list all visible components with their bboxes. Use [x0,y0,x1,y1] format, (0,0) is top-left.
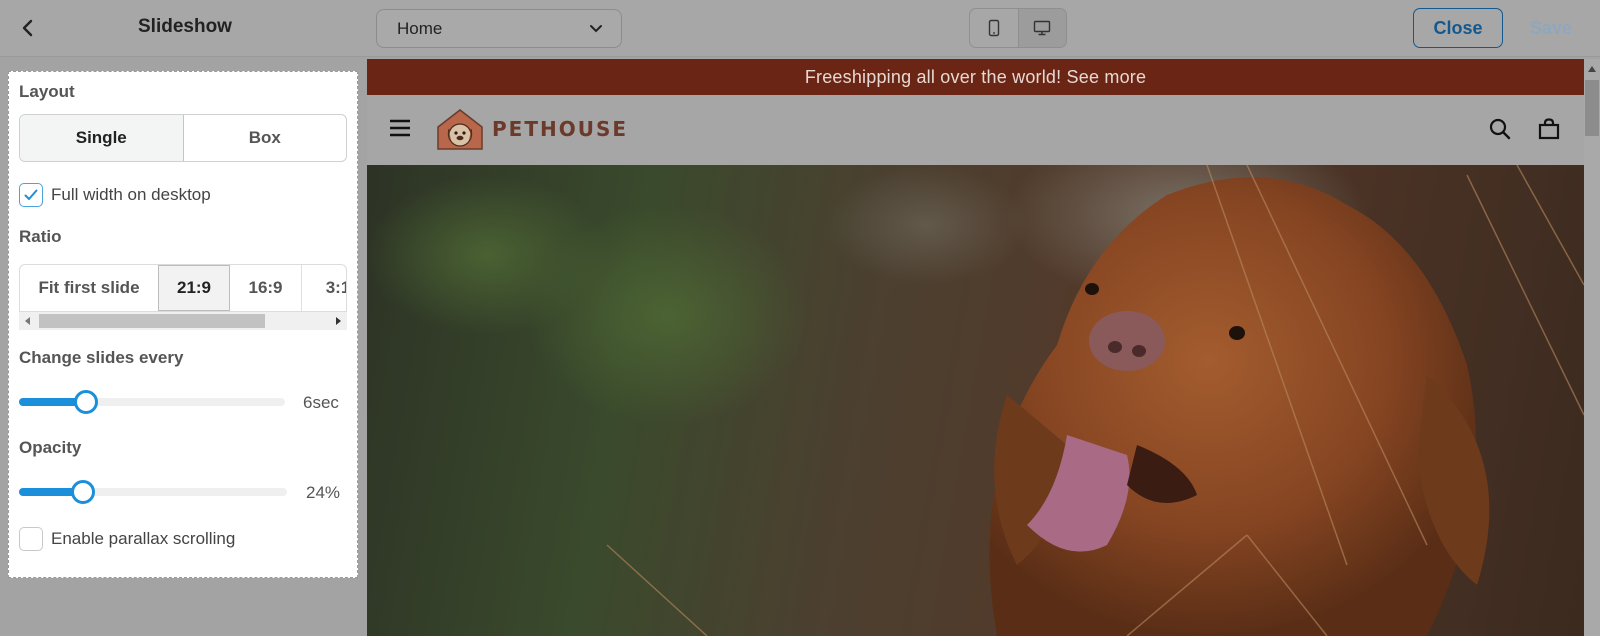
change-slides-label: Change slides every [19,348,184,367]
mobile-icon [988,19,1000,37]
opacity-value: 24% [306,483,341,502]
full-width-checkbox-row[interactable]: Full width on desktop [19,183,211,207]
full-width-checkbox[interactable] [19,183,43,207]
doghouse-logo-icon [437,109,483,150]
search-icon [1489,118,1511,140]
cart-button[interactable] [1538,118,1560,145]
ratio-option-fit-first-slide[interactable]: Fit first slide [20,265,158,311]
parallax-checkbox[interactable] [19,527,43,551]
dog-photo [367,165,1584,636]
menu-button[interactable] [389,119,411,142]
parallax-checkbox-row[interactable]: Enable parallax scrolling [19,527,235,551]
announcement-bar[interactable]: Freeshipping all over the world! See mor… [367,59,1584,95]
change-slides-value: 6sec [303,393,339,412]
slider-knob[interactable] [71,480,95,504]
mobile-view-button[interactable] [970,9,1018,47]
bag-icon [1538,118,1560,140]
opacity-label: Opacity [19,438,82,457]
chevron-left-icon [22,19,33,37]
caret-up-icon [1588,66,1596,72]
scroll-left-arrow[interactable] [19,312,37,330]
ratio-option-16-9[interactable]: 16:9 [230,265,302,311]
slider-knob[interactable] [74,390,98,414]
page-select-value: Home [397,18,443,38]
desktop-icon [1034,20,1051,36]
search-button[interactable] [1489,118,1511,145]
ratio-option-3-1[interactable]: 3:1 [302,265,346,311]
store-logo[interactable]: PETHOUSE [434,107,628,151]
checkmark-icon [24,189,38,200]
parallax-label: Enable parallax scrolling [51,529,236,548]
scrollbar-track[interactable] [37,312,329,330]
preview-scrollbar-thumb[interactable] [1585,80,1599,136]
device-toggle [969,8,1067,48]
desktop-view-button[interactable] [1017,9,1066,47]
slideshow-settings-panel: Layout Single Box Full width on desktop … [8,71,358,578]
layout-segmented-control: Single Box [19,114,347,162]
layout-option-box[interactable]: Box [184,115,347,161]
ratio-horizontal-scrollbar[interactable] [19,312,347,330]
page-select[interactable]: Home [376,9,622,48]
page-title: Slideshow [138,16,232,37]
close-button[interactable]: Close [1413,8,1503,48]
logo-text: PETHOUSE [492,117,629,141]
change-slides-slider[interactable] [19,390,285,414]
caret-right-icon [336,317,341,325]
scrollbar-thumb[interactable] [39,314,265,328]
slideshow-hero-image[interactable] [367,165,1584,636]
preview-scrollbar[interactable] [1584,59,1600,636]
caret-left-icon [25,317,30,325]
scroll-right-arrow[interactable] [329,312,347,330]
chevron-down-icon [590,24,602,32]
save-button[interactable]: Save [1508,8,1594,48]
ratio-option-21-9[interactable]: 21:9 [158,265,230,311]
scroll-up-arrow[interactable] [1584,61,1600,77]
layout-label: Layout [19,82,75,101]
editor-topbar: Slideshow Home Close Save [0,0,1600,57]
ratio-label: Ratio [19,227,62,246]
opacity-slider[interactable] [19,480,287,504]
menu-icon [390,119,410,137]
store-preview: Freeshipping all over the world! See mor… [367,59,1584,636]
store-header: PETHOUSE [367,95,1584,165]
full-width-label: Full width on desktop [51,185,211,204]
layout-option-single[interactable]: Single [20,115,184,161]
ratio-options: Fit first slide 21:9 16:9 3:1 [19,264,347,312]
back-button[interactable] [14,14,42,42]
